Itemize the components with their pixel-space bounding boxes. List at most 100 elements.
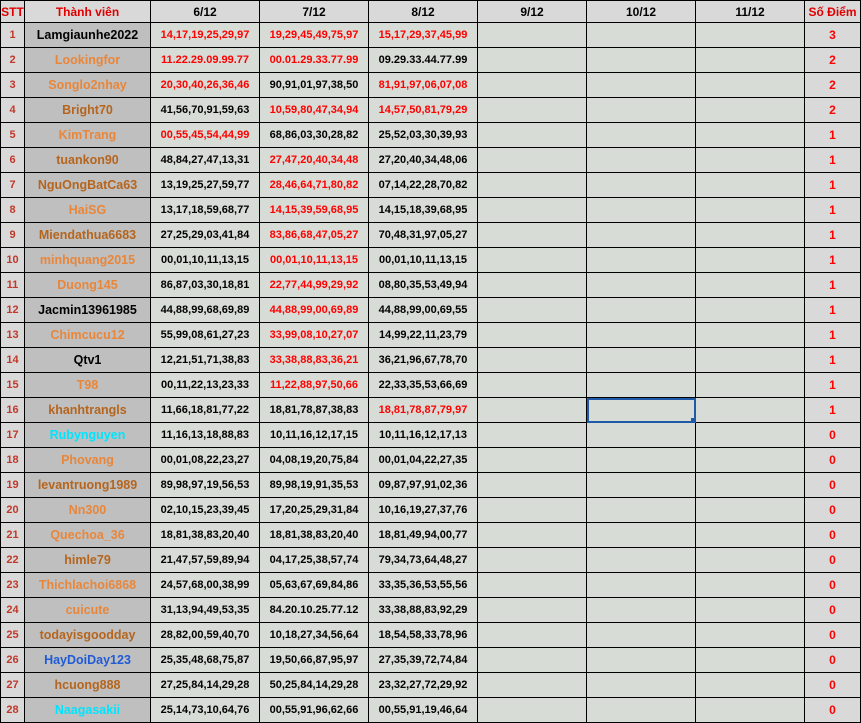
- empty-cell-9-12[interactable]: [477, 397, 587, 423]
- numbers-cell-7-12[interactable]: 84.20.10.25.77.12: [259, 597, 369, 623]
- row-number-cell[interactable]: 16: [0, 397, 25, 423]
- numbers-cell-8-12[interactable]: 70,48,31,97,05,27: [368, 222, 478, 248]
- row-number-cell[interactable]: 15: [0, 372, 25, 398]
- numbers-cell-6-12[interactable]: 12,21,51,71,38,83: [150, 347, 260, 373]
- empty-cell-11-12[interactable]: [695, 472, 805, 498]
- empty-cell-9-12[interactable]: [477, 547, 587, 573]
- row-number-cell[interactable]: 26: [0, 647, 25, 673]
- numbers-cell-8-12[interactable]: 14,57,50,81,79,29: [368, 97, 478, 123]
- empty-cell-9-12[interactable]: [477, 422, 587, 448]
- header-score[interactable]: Số Điểm: [804, 0, 861, 23]
- member-name-cell[interactable]: khanhtrangls: [24, 397, 151, 423]
- numbers-cell-8-12[interactable]: 81,91,97,06,07,08: [368, 72, 478, 98]
- row-number-cell[interactable]: 14: [0, 347, 25, 373]
- score-cell[interactable]: 0: [804, 647, 861, 673]
- numbers-cell-7-12[interactable]: 17,20,25,29,31,84: [259, 497, 369, 523]
- row-number-cell[interactable]: 8: [0, 197, 25, 223]
- empty-cell-11-12[interactable]: [695, 597, 805, 623]
- empty-cell-11-12[interactable]: [695, 247, 805, 273]
- member-name-cell[interactable]: Phovang: [24, 447, 151, 473]
- numbers-cell-7-12[interactable]: 11,22,88,97,50,66: [259, 372, 369, 398]
- empty-cell-10-12[interactable]: [586, 272, 696, 298]
- empty-cell-10-12[interactable]: [586, 547, 696, 573]
- numbers-cell-6-12[interactable]: 24,57,68,00,38,99: [150, 572, 260, 598]
- member-name-cell[interactable]: Quechoa_36: [24, 522, 151, 548]
- score-cell[interactable]: 1: [804, 222, 861, 248]
- numbers-cell-6-12[interactable]: 11,66,18,81,77,22: [150, 397, 260, 423]
- member-name-cell[interactable]: NguOngBatCa63: [24, 172, 151, 198]
- score-cell[interactable]: 2: [804, 47, 861, 73]
- header-stt[interactable]: STT: [0, 0, 25, 23]
- empty-cell-9-12[interactable]: [477, 197, 587, 223]
- numbers-cell-6-12[interactable]: 28,82,00,59,40,70: [150, 622, 260, 648]
- member-name-cell[interactable]: HaiSG: [24, 197, 151, 223]
- numbers-cell-6-12[interactable]: 18,81,38,83,20,40: [150, 522, 260, 548]
- empty-cell-10-12[interactable]: [586, 597, 696, 623]
- header-day-7-12[interactable]: 7/12: [259, 0, 369, 23]
- empty-cell-10-12[interactable]: [586, 197, 696, 223]
- empty-cell-11-12[interactable]: [695, 572, 805, 598]
- numbers-cell-7-12[interactable]: 90,91,01,97,38,50: [259, 72, 369, 98]
- numbers-cell-8-12[interactable]: 33,38,88,83,92,29: [368, 597, 478, 623]
- numbers-cell-6-12[interactable]: 00,11,22,13,23,33: [150, 372, 260, 398]
- empty-cell-11-12[interactable]: [695, 322, 805, 348]
- score-cell[interactable]: 1: [804, 122, 861, 148]
- empty-cell-10-12[interactable]: [586, 222, 696, 248]
- member-name-cell[interactable]: himle79: [24, 547, 151, 573]
- score-cell[interactable]: 0: [804, 547, 861, 573]
- numbers-cell-8-12[interactable]: 25,52,03,30,39,93: [368, 122, 478, 148]
- row-number-cell[interactable]: 6: [0, 147, 25, 173]
- numbers-cell-6-12[interactable]: 41,56,70,91,59,63: [150, 97, 260, 123]
- member-name-cell[interactable]: Duong145: [24, 272, 151, 298]
- empty-cell-11-12[interactable]: [695, 297, 805, 323]
- empty-cell-11-12[interactable]: [695, 172, 805, 198]
- empty-cell-11-12[interactable]: [695, 197, 805, 223]
- member-name-cell[interactable]: Naagasakii: [24, 697, 151, 723]
- empty-cell-11-12[interactable]: [695, 122, 805, 148]
- empty-cell-11-12[interactable]: [695, 272, 805, 298]
- numbers-cell-7-12[interactable]: 05,63,67,69,84,86: [259, 572, 369, 598]
- member-name-cell[interactable]: Lamgiaunhe2022: [24, 22, 151, 48]
- empty-cell-10-12[interactable]: [586, 147, 696, 173]
- numbers-cell-7-12[interactable]: 83,86,68,47,05,27: [259, 222, 369, 248]
- row-number-cell[interactable]: 28: [0, 697, 25, 723]
- numbers-cell-6-12[interactable]: 02,10,15,23,39,45: [150, 497, 260, 523]
- row-number-cell[interactable]: 1: [0, 22, 25, 48]
- member-name-cell[interactable]: levantruong1989: [24, 472, 151, 498]
- empty-cell-9-12[interactable]: [477, 447, 587, 473]
- empty-cell-11-12[interactable]: [695, 447, 805, 473]
- score-cell[interactable]: 1: [804, 147, 861, 173]
- member-name-cell[interactable]: Lookingfor: [24, 47, 151, 73]
- empty-cell-11-12[interactable]: [695, 372, 805, 398]
- numbers-cell-7-12[interactable]: 10,11,16,12,17,15: [259, 422, 369, 448]
- empty-cell-11-12[interactable]: [695, 672, 805, 698]
- header-day-8-12[interactable]: 8/12: [368, 0, 478, 23]
- score-cell[interactable]: 2: [804, 97, 861, 123]
- empty-cell-10-12[interactable]: [586, 347, 696, 373]
- numbers-cell-6-12[interactable]: 00,01,10,11,13,15: [150, 247, 260, 273]
- numbers-cell-8-12[interactable]: 18,54,58,33,78,96: [368, 622, 478, 648]
- numbers-cell-8-12[interactable]: 00,55,91,19,46,64: [368, 697, 478, 723]
- empty-cell-10-12[interactable]: [586, 72, 696, 98]
- score-cell[interactable]: 1: [804, 197, 861, 223]
- empty-cell-9-12[interactable]: [477, 572, 587, 598]
- empty-cell-11-12[interactable]: [695, 147, 805, 173]
- selected-cell[interactable]: [586, 397, 696, 423]
- numbers-cell-7-12[interactable]: 28,46,64,71,80,82: [259, 172, 369, 198]
- numbers-cell-6-12[interactable]: 20,30,40,26,36,46: [150, 72, 260, 98]
- row-number-cell[interactable]: 9: [0, 222, 25, 248]
- empty-cell-9-12[interactable]: [477, 122, 587, 148]
- numbers-cell-7-12[interactable]: 14,15,39,59,68,95: [259, 197, 369, 223]
- empty-cell-9-12[interactable]: [477, 697, 587, 723]
- row-number-cell[interactable]: 10: [0, 247, 25, 273]
- empty-cell-9-12[interactable]: [477, 497, 587, 523]
- fill-handle[interactable]: [691, 418, 695, 422]
- numbers-cell-8-12[interactable]: 08,80,35,53,49,94: [368, 272, 478, 298]
- empty-cell-9-12[interactable]: [477, 247, 587, 273]
- empty-cell-10-12[interactable]: [586, 697, 696, 723]
- empty-cell-10-12[interactable]: [586, 97, 696, 123]
- row-number-cell[interactable]: 18: [0, 447, 25, 473]
- row-number-cell[interactable]: 17: [0, 422, 25, 448]
- row-number-cell[interactable]: 12: [0, 297, 25, 323]
- numbers-cell-8-12[interactable]: 14,15,18,39,68,95: [368, 197, 478, 223]
